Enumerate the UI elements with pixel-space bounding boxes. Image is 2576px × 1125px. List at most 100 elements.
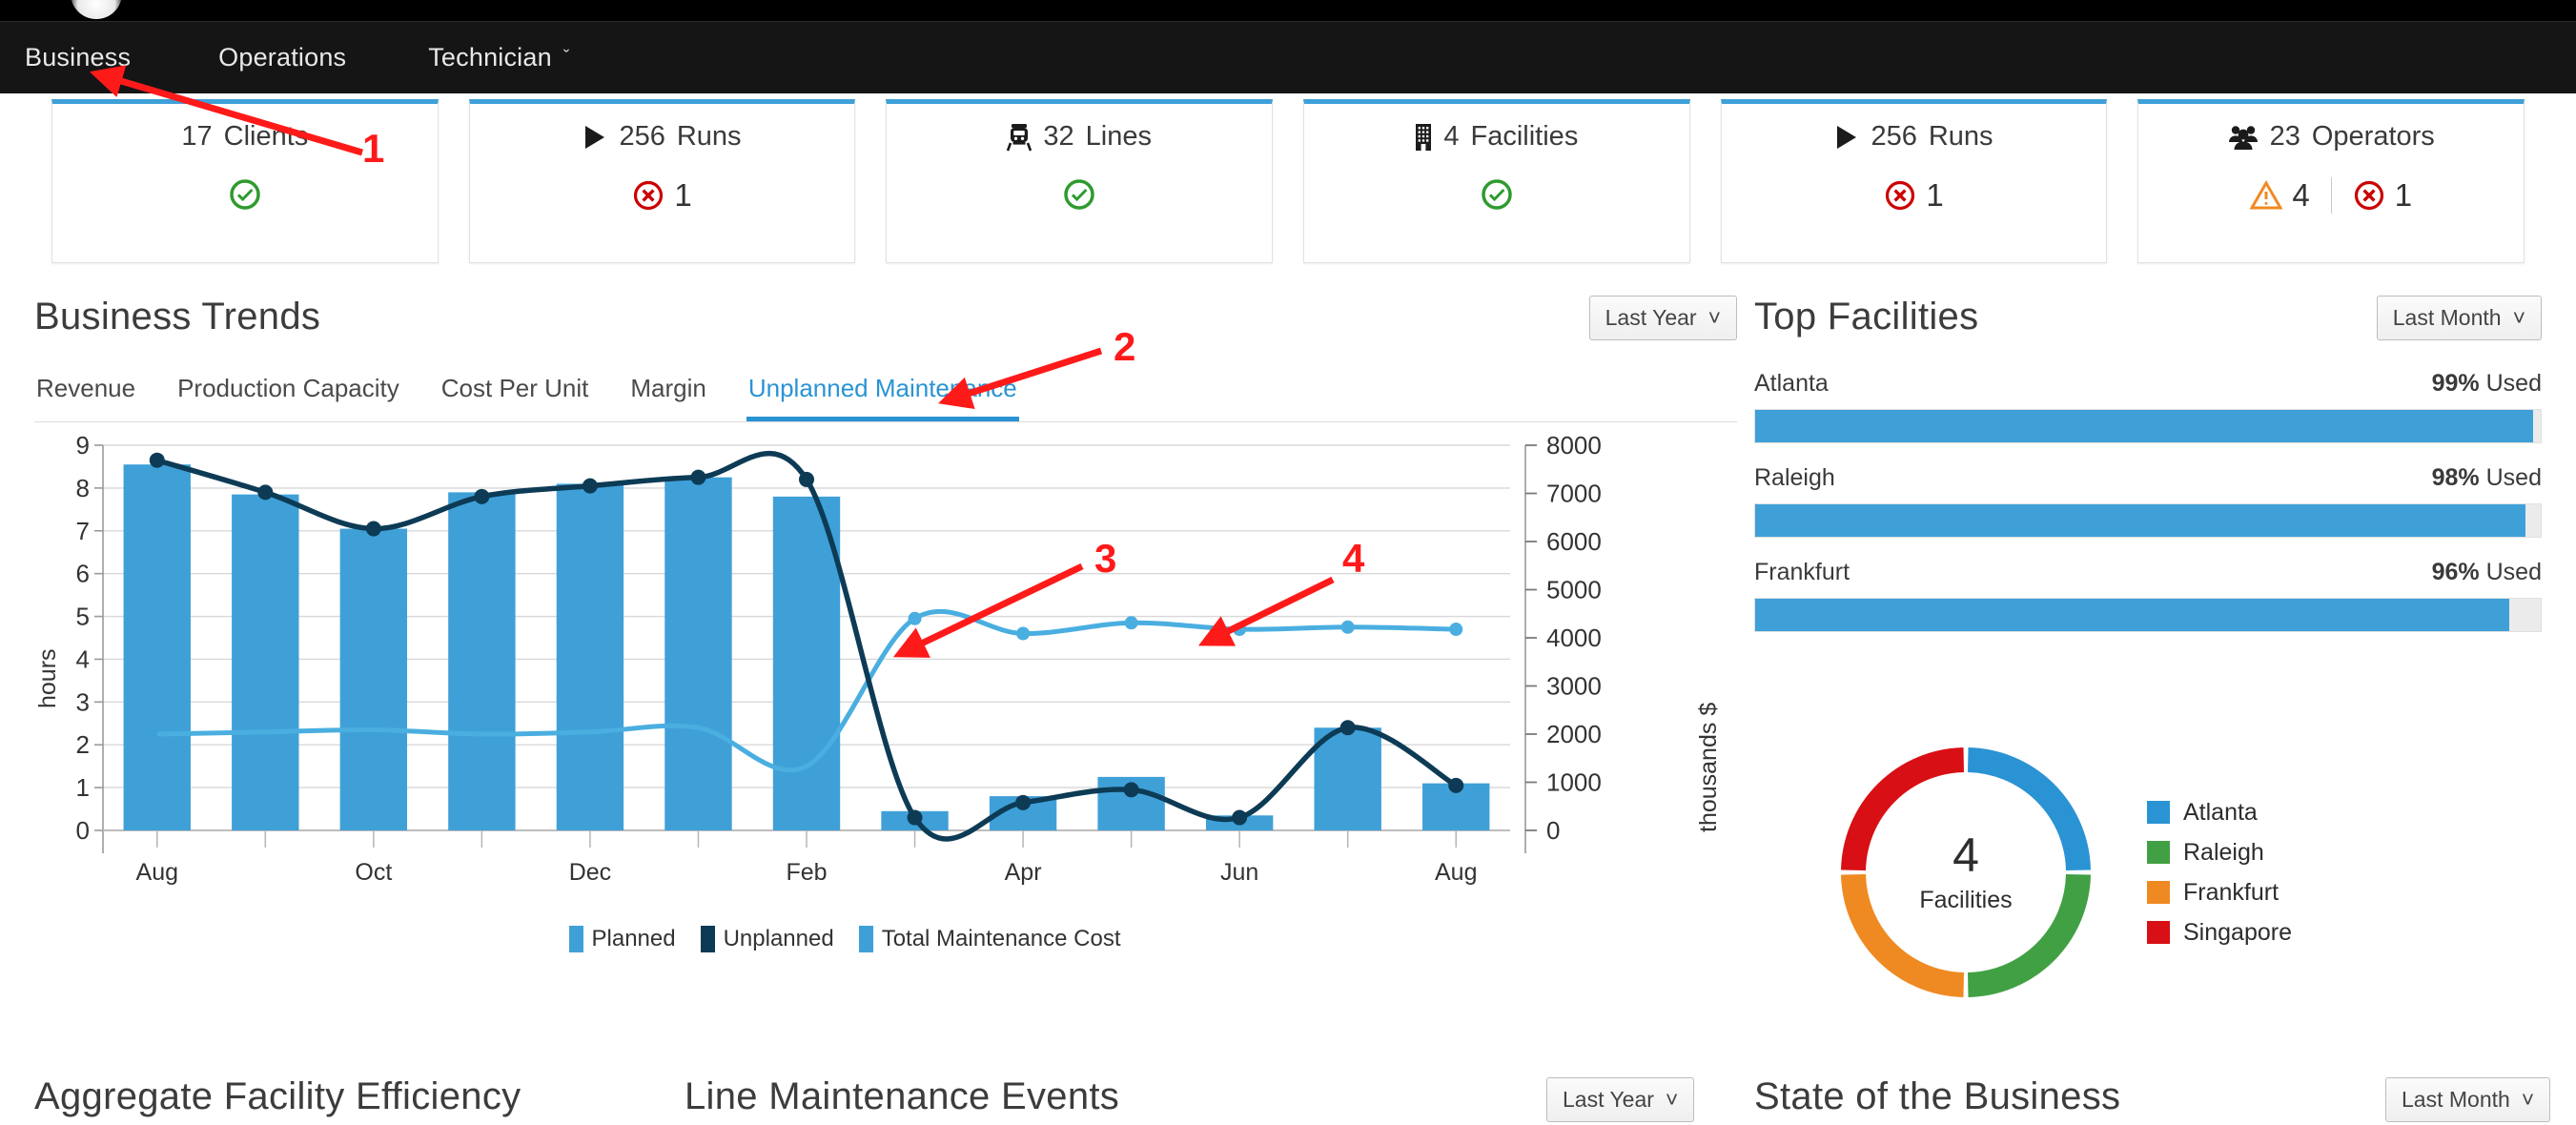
facility-donut-chart[interactable]: 4 Facilities [1838, 745, 2094, 1000]
warning-stat: 4 [2250, 177, 2310, 214]
facility-row-atlanta[interactable]: Atlanta 99% Used [1754, 370, 2542, 443]
facility-row-frankfurt[interactable]: Frankfurt 96% Used [1754, 559, 2542, 632]
nav-item-operations-label: Operations [218, 43, 347, 72]
bar-dec-4[interactable] [556, 483, 624, 830]
nav-item-business[interactable]: Business [25, 43, 131, 72]
donut-center-caption: Facilities [1919, 886, 2013, 913]
chevron-down-icon: ˅ [1707, 305, 1721, 330]
tab-unplanned-maintenance[interactable]: Unplanned Maintenance [746, 374, 1019, 421]
donut-legend-item-raleigh[interactable]: Raleigh [2147, 839, 2292, 867]
chevron-down-icon: ˅ [2512, 305, 2525, 330]
point-total-cost-11[interactable] [1340, 620, 1355, 634]
facility-row-raleigh[interactable]: Raleigh 98% Used [1754, 464, 2542, 538]
donut-legend-label: Raleigh [2183, 838, 2264, 866]
point-total-cost-7[interactable] [908, 611, 922, 625]
check-circle-icon [1062, 177, 1096, 212]
kpi-label: Runs [676, 121, 742, 152]
point-unplanned-10[interactable] [1232, 809, 1248, 826]
y2-tick-label: 5000 [1546, 576, 1602, 604]
point-unplanned-9[interactable] [1123, 782, 1139, 798]
point-unplanned-0[interactable] [149, 452, 165, 468]
legend-label-total-cost: Total Maintenance Cost [881, 926, 1121, 951]
legend-item-planned[interactable]: Planned [568, 926, 676, 952]
aggregate-facility-efficiency-title: Aggregate Facility Efficiency [34, 1075, 521, 1117]
logo-strip [0, 0, 2576, 21]
kpi-count: 32 [1043, 121, 1074, 152]
donut-swatch-atlanta [2147, 801, 2170, 824]
line-maintenance-range-dropdown[interactable]: Last Year ˅ [1546, 1077, 1695, 1122]
kpi-count: 23 [2269, 121, 2300, 152]
kpi-count: 4 [1443, 121, 1460, 152]
x-tick-label: Apr [1005, 859, 1042, 886]
donut-legend-label: Frankfurt [2183, 878, 2280, 906]
state-of-the-business-title: State of the Business [1754, 1075, 2121, 1117]
point-unplanned-1[interactable] [257, 484, 274, 501]
kpi-card-clients[interactable]: 17 Clients [51, 99, 439, 263]
donut-legend-item-frankfurt[interactable]: Frankfurt [2147, 879, 2292, 907]
y2-tick-label: 0 [1546, 816, 1560, 845]
point-total-cost-9[interactable] [1124, 616, 1138, 630]
bar-nov-3[interactable] [448, 492, 516, 830]
facility-name: Frankfurt [1754, 559, 1850, 585]
top-facilities-panel: Top Facilities Last Month ˅ Atlanta 99% … [1754, 296, 2542, 632]
error-stat: 1 [632, 177, 692, 214]
bar-feb-6[interactable] [772, 496, 841, 830]
kpi-card-lines[interactable]: 32 Lines [886, 99, 1274, 263]
tab-production-capacity[interactable]: Production Capacity [175, 374, 401, 421]
business-trends-range-dropdown[interactable]: Last Year ˅ [1588, 296, 1737, 340]
point-unplanned-7[interactable] [907, 809, 923, 826]
point-unplanned-6[interactable] [799, 471, 814, 487]
unplanned-maintenance-chart[interactable]: hours thousands $ 0 1 2 3 4 5 6 7 8 9 0 1000 2000 300… [34, 432, 1737, 966]
kpi-card-runs-1[interactable]: 256 Runs 1 [468, 99, 856, 263]
donut-legend-item-singapore[interactable]: Singapore [2147, 919, 2292, 947]
nav-item-technician[interactable]: Technician ˇ [428, 43, 569, 72]
x-tick-label: Aug [1435, 859, 1477, 886]
donut-legend-item-atlanta[interactable]: Atlanta [2147, 799, 2292, 827]
facility-usage-suffix: Used [2485, 464, 2542, 491]
bar-sep-1[interactable] [232, 494, 299, 830]
bar-jan-5[interactable] [664, 477, 732, 830]
legend-item-unplanned[interactable]: Unplanned [700, 926, 834, 952]
kpi-status [1062, 177, 1096, 212]
play-icon [1834, 124, 1859, 151]
tab-revenue[interactable]: Revenue [34, 374, 137, 421]
x-tick-label: Aug [136, 859, 178, 886]
range-label: Last Year [1605, 305, 1697, 330]
kpi-card-runs-2[interactable]: 256 Runs 1 [1720, 99, 2108, 263]
x-tick-label: Feb [786, 859, 827, 886]
nav-item-operations[interactable]: Operations [218, 43, 346, 72]
kpi-label: Runs [1928, 121, 1993, 152]
point-unplanned-8[interactable] [1015, 794, 1032, 810]
state-of-business-range-dropdown[interactable]: Last Month ˅ [2385, 1077, 2551, 1122]
top-facilities-range-dropdown[interactable]: Last Month ˅ [2376, 296, 2542, 340]
point-total-cost-10[interactable] [1233, 623, 1247, 637]
facility-usage-suffix: Used [2485, 559, 2542, 585]
bar-aug-0[interactable] [123, 464, 191, 830]
top-facilities-title: Top Facilities [1754, 296, 1979, 338]
business-trends-tabs: Revenue Production Capacity Cost Per Uni… [34, 374, 1737, 422]
legend-swatch-total-cost [858, 926, 873, 952]
company-logo[interactable] [71, 0, 122, 19]
point-unplanned-5[interactable] [690, 469, 706, 485]
point-unplanned-3[interactable] [474, 488, 490, 504]
bar-oct-2[interactable] [339, 528, 408, 830]
point-unplanned-11[interactable] [1339, 720, 1356, 736]
kpi-count: 17 [181, 121, 213, 152]
point-total-cost-12[interactable] [1449, 623, 1463, 637]
kpi-card-operators[interactable]: 23 Operators 4 1 [2137, 99, 2525, 263]
bar-jul-11[interactable] [1314, 727, 1381, 830]
donut-swatch-singapore [2147, 921, 2170, 944]
tab-margin[interactable]: Margin [628, 374, 707, 421]
legend-item-total-maintenance-cost[interactable]: Total Maintenance Cost [858, 926, 1121, 952]
tab-cost-per-unit[interactable]: Cost Per Unit [440, 374, 591, 421]
page-title: Business Trends [34, 296, 321, 338]
point-total-cost-8[interactable] [1016, 626, 1031, 641]
point-unplanned-4[interactable] [582, 478, 598, 494]
point-unplanned-12[interactable] [1448, 777, 1464, 793]
x-tick-label: Jun [1220, 859, 1258, 886]
facility-progress-fill [1755, 410, 2533, 442]
kpi-card-facilities[interactable]: 4 Facilities [1303, 99, 1690, 263]
kpi-card-row: 17 Clients 256 Runs 1 32 Lines 4 Facilit… [0, 99, 2576, 263]
chart-canvas: 0 1 2 3 4 5 6 7 8 9 0 1000 2000 3000 4000 5000 6000 7000 8… [76, 432, 1602, 886]
point-unplanned-2[interactable] [365, 521, 381, 537]
